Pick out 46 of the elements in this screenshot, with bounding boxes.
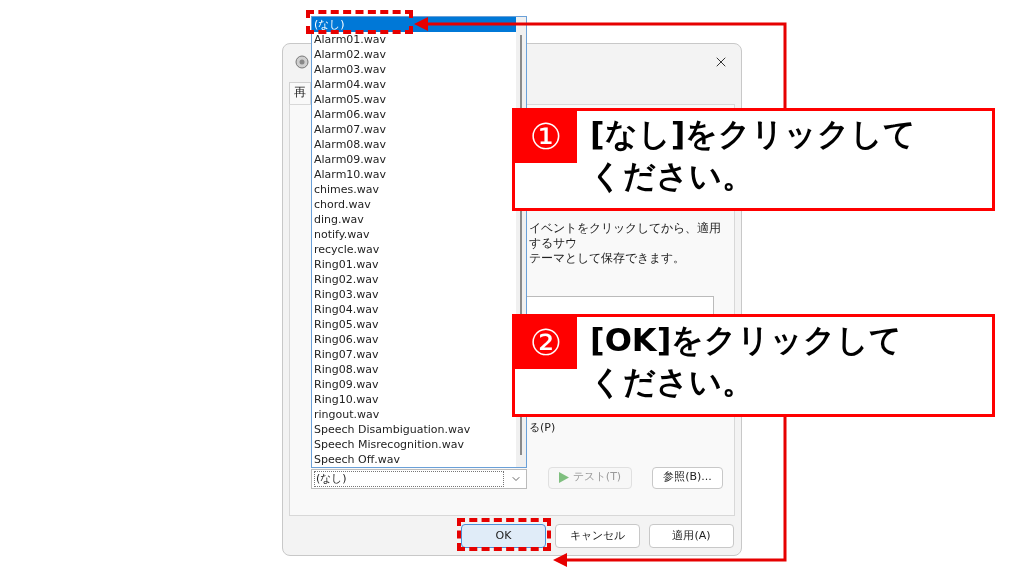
list-item[interactable]: Speech Off.wav (312, 452, 516, 467)
dialog-button[interactable]: 適用(A) (649, 524, 734, 548)
step-number: ① (515, 111, 577, 163)
dialog-button[interactable]: キャンセル (555, 524, 640, 548)
play-icon (558, 472, 569, 483)
list-item[interactable]: ringout.wav (312, 407, 516, 422)
list-item[interactable]: Ring07.wav (312, 347, 516, 362)
list-item[interactable]: ding.wav (312, 212, 516, 227)
list-item[interactable]: Alarm10.wav (312, 167, 516, 182)
speaker-icon (295, 54, 309, 69)
list-item[interactable]: Alarm03.wav (312, 62, 516, 77)
instruction-text: ください。 (590, 156, 755, 197)
description-text: イベントをクリックしてから、適用するサウ (529, 221, 722, 251)
list-item[interactable]: Ring02.wav (312, 272, 516, 287)
step-number: ② (515, 317, 577, 369)
list-item[interactable]: chimes.wav (312, 182, 516, 197)
list-item[interactable]: Alarm04.wav (312, 77, 516, 92)
list-item[interactable]: Ring10.wav (312, 392, 516, 407)
list-item[interactable]: Alarm07.wav (312, 122, 516, 137)
dialog-button[interactable]: OK (461, 524, 546, 548)
list-item[interactable]: Ring04.wav (312, 302, 516, 317)
list-item[interactable]: Alarm06.wav (312, 107, 516, 122)
list-item[interactable]: Speech Disambiguation.wav (312, 422, 516, 437)
list-item[interactable]: Alarm01.wav (312, 32, 516, 47)
list-item[interactable]: Ring01.wav (312, 257, 516, 272)
sound-select[interactable]: (なし) (311, 469, 527, 489)
instruction-text: [OK]をクリックして (590, 320, 903, 361)
instruction-text: [なし]をクリックして (590, 114, 917, 155)
browse-button[interactable]: 参照(B)... (652, 466, 723, 489)
list-item[interactable]: Alarm08.wav (312, 137, 516, 152)
checkbox-label[interactable]: る(P) (529, 420, 556, 437)
tab[interactable]: 再 (289, 82, 311, 104)
list-item[interactable]: Alarm09.wav (312, 152, 516, 167)
list-item[interactable]: recycle.wav (312, 242, 516, 257)
list-item[interactable]: notify.wav (312, 227, 516, 242)
list-item[interactable]: Alarm02.wav (312, 47, 516, 62)
list-item[interactable]: Speech Misrecognition.wav (312, 437, 516, 452)
list-item[interactable]: Ring03.wav (312, 287, 516, 302)
list-item[interactable]: chord.wav (312, 197, 516, 212)
description-text: テーマとして保存できます。 (529, 251, 686, 266)
list-item[interactable]: Ring06.wav (312, 332, 516, 347)
list-item[interactable]: Alarm05.wav (312, 92, 516, 107)
list-item[interactable]: Ring09.wav (312, 377, 516, 392)
list-item[interactable]: Ring08.wav (312, 362, 516, 377)
list-item[interactable]: Ring05.wav (312, 317, 516, 332)
instruction-text: ください。 (590, 362, 755, 403)
